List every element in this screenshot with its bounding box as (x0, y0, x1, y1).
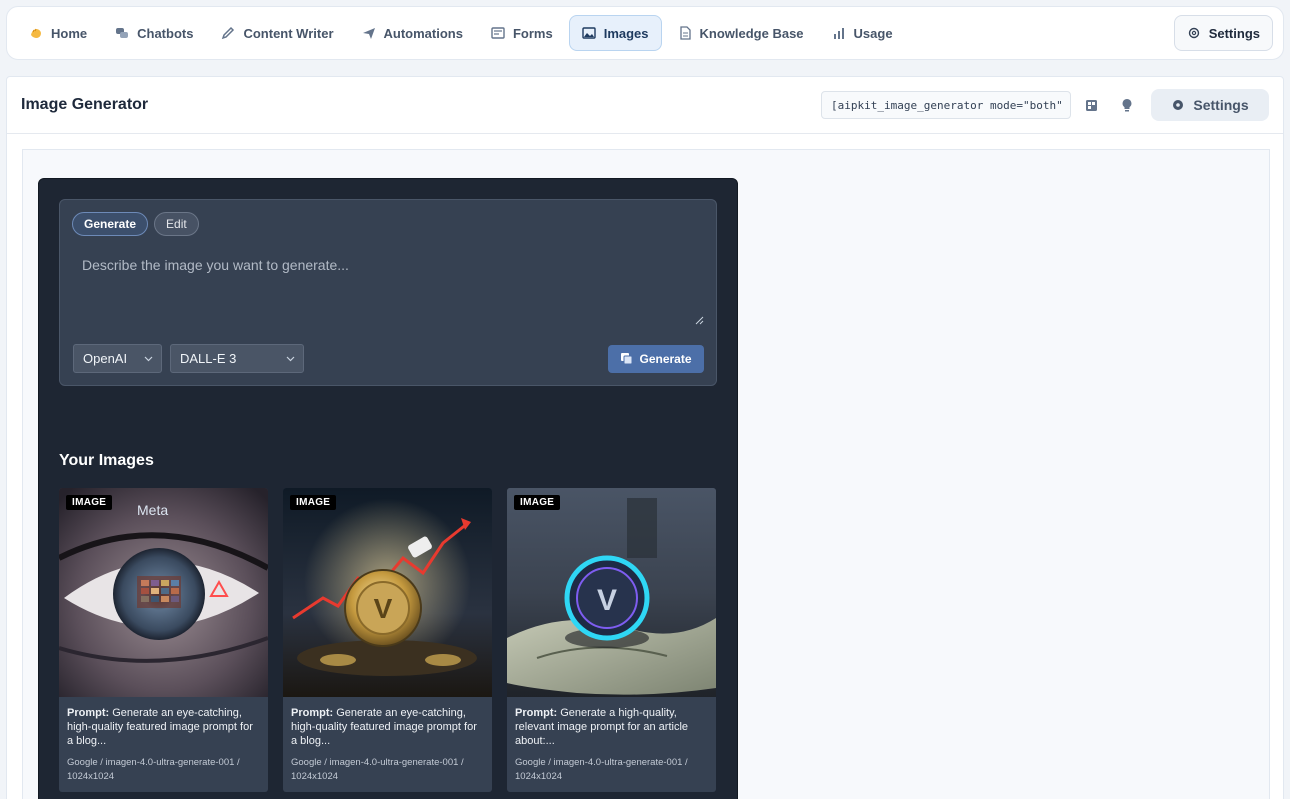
images-icon (620, 352, 633, 365)
image-prompt: Prompt: Generate an eye-catching, high-q… (67, 706, 260, 748)
nav-label-content-writer: Content Writer (243, 25, 334, 41)
eye-closeup-image (59, 488, 268, 697)
nav-item-home[interactable]: Home (17, 15, 99, 51)
image-prompt: Prompt: Generate an eye-catching, high-q… (291, 706, 484, 748)
generate-button-label: Generate (639, 351, 692, 366)
prompt-input[interactable] (72, 250, 706, 326)
model-value: DALL-E 3 (180, 351, 237, 366)
image-gallery: IMAGE Meta Prompt: Generate an eye-catch… (59, 488, 717, 792)
meta-logo: Meta (137, 502, 169, 518)
nav-item-automations[interactable]: Automations (350, 15, 475, 51)
image-card[interactable]: IMAGE (59, 488, 268, 792)
shortcode-field[interactable]: [aipkit_image_generator mode="both" ui_t… (821, 91, 1071, 119)
coin-on-money-image: V (507, 488, 716, 697)
nav-settings-label: Settings (1208, 25, 1260, 41)
hand-wave-icon (29, 26, 43, 40)
chevron-down-icon (286, 356, 295, 362)
nav-label-home: Home (51, 25, 88, 41)
prompt-prefix: Prompt: (515, 707, 558, 719)
provider-value: OpenAI (83, 351, 128, 366)
prompt-prefix: Prompt: (291, 707, 334, 719)
model-select[interactable]: DALL-E 3 (170, 344, 304, 373)
coin-chart-image: V (283, 488, 492, 697)
chevron-down-icon (144, 356, 153, 362)
gear-icon (1171, 98, 1185, 112)
image-meta: Google / imagen-4.0-ultra-generate-001 /… (291, 757, 464, 782)
image-meta: Google / imagen-4.0-ultra-generate-001 /… (515, 757, 688, 782)
nav-item-forms[interactable]: Forms (479, 15, 565, 51)
image-prompt: Prompt: Generate a high-quality, relevan… (515, 706, 708, 748)
nav-label-usage: Usage (853, 25, 893, 41)
nav-label-automations: Automations (383, 25, 463, 41)
nav-item-usage[interactable]: Usage (820, 15, 905, 51)
image-card[interactable]: IMAGE (283, 488, 492, 792)
nav-item-images[interactable]: Images (568, 15, 662, 51)
header-settings-label: Settings (1193, 97, 1249, 113)
preview-area: Generate Edit OpenAI DALL-E 3 (22, 149, 1270, 799)
prompt-prefix: Prompt: (67, 707, 110, 719)
nav-item-knowledge-base[interactable]: Knowledge Base (666, 15, 816, 51)
image-badge: IMAGE (290, 495, 337, 510)
image-generator-panel: Image Generator [aipkit_image_generator … (6, 76, 1284, 799)
chat-bubbles-icon (115, 26, 129, 40)
gallery-title: Your Images (59, 452, 154, 469)
pencil-icon (221, 26, 235, 40)
nav-label-knowledge-base: Knowledge Base (699, 25, 804, 41)
image-meta: Google / imagen-4.0-ultra-generate-001 /… (67, 757, 240, 782)
page-title: Image Generator (21, 96, 149, 113)
nav-settings-button[interactable]: Settings (1173, 15, 1273, 51)
tab-generate[interactable]: Generate (72, 212, 149, 236)
nav-label-images: Images (603, 25, 649, 41)
provider-select[interactable]: OpenAI (73, 344, 162, 373)
document-icon (678, 26, 692, 40)
copy-shortcode-icon[interactable] (1075, 89, 1107, 121)
svg-text:V: V (597, 584, 617, 617)
svg-text:V: V (374, 593, 393, 624)
tab-edit[interactable]: Edit (154, 212, 199, 236)
bar-chart-icon (832, 26, 846, 40)
image-badge: IMAGE (66, 495, 113, 510)
gear-icon (1187, 26, 1201, 40)
image-thumbnail[interactable]: IMAGE (283, 488, 492, 697)
generate-button[interactable]: Generate (608, 344, 704, 373)
top-navigation: Home Chatbots Content Writer Automations… (6, 6, 1284, 60)
image-card[interactable]: IMAGE (507, 488, 716, 792)
resize-handle-icon[interactable] (695, 316, 704, 325)
image-thumbnail[interactable]: IMAGE (507, 488, 716, 697)
header-settings-button[interactable]: Settings (1151, 89, 1269, 121)
nav-item-content-writer[interactable]: Content Writer (209, 15, 345, 51)
nav-item-chatbots[interactable]: Chatbots (103, 15, 205, 51)
nav-label-chatbots: Chatbots (137, 25, 194, 41)
plane-icon (362, 26, 376, 40)
nav-label-forms: Forms (512, 25, 553, 41)
image-thumbnail[interactable]: IMAGE (59, 488, 268, 697)
panel-header: Image Generator [aipkit_image_generator … (7, 77, 1283, 134)
generator-form: Generate Edit OpenAI DALL-E 3 (59, 199, 717, 386)
image-icon (582, 26, 596, 40)
image-generator-widget: Generate Edit OpenAI DALL-E 3 (38, 178, 738, 799)
form-icon (491, 26, 505, 40)
image-badge: IMAGE (514, 495, 561, 510)
lightbulb-icon[interactable] (1111, 89, 1143, 121)
